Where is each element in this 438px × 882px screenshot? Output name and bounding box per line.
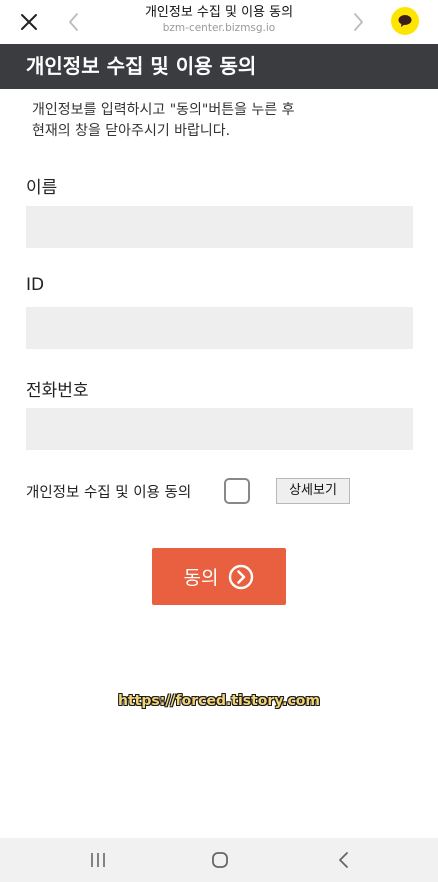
- consent-checkbox[interactable]: [224, 478, 250, 504]
- details-button[interactable]: 상세보기: [276, 478, 350, 504]
- recent-apps-icon[interactable]: [88, 850, 108, 870]
- browser-toolbar: 개인정보 수집 및 이용 동의 bzm-center.bizmsg.io: [0, 0, 438, 44]
- consent-label: 개인정보 수집 및 이용 동의: [26, 485, 192, 501]
- page-header: 개인정보 수집 및 이용 동의: [0, 44, 438, 89]
- name-input[interactable]: [26, 206, 413, 248]
- id-label: ID: [26, 275, 45, 295]
- browser-title-block: 개인정보 수집 및 이용 동의 bzm-center.bizmsg.io: [100, 4, 338, 35]
- home-icon[interactable]: [210, 850, 230, 870]
- browser-url: bzm-center.bizmsg.io: [162, 22, 276, 34]
- forward-icon[interactable]: [348, 10, 368, 34]
- kakaotalk-icon[interactable]: [391, 7, 419, 35]
- system-navigation-bar: [0, 838, 438, 882]
- watermark-text: https://forced.tistory.com: [118, 693, 320, 709]
- name-label: 이름: [26, 178, 58, 198]
- browser-title: 개인정보 수집 및 이용 동의: [144, 5, 294, 20]
- consent-row: 개인정보 수집 및 이용 동의 상세보기: [26, 478, 413, 506]
- agree-button[interactable]: 동의: [152, 548, 286, 605]
- phone-label: 전화번호: [26, 381, 89, 401]
- close-icon[interactable]: [17, 10, 41, 34]
- chevron-right-circle-icon: [229, 564, 254, 589]
- intro-text: 개인정보를 입력하시고 "동의"버튼을 누른 후 현재의 창을 닫아주시기 바랍…: [32, 102, 295, 139]
- agree-button-label: 동의: [183, 567, 219, 589]
- back-icon[interactable]: [334, 850, 354, 870]
- phone-input[interactable]: [26, 408, 413, 450]
- back-icon[interactable]: [64, 10, 84, 34]
- speech-bubble-icon: [398, 15, 412, 27]
- id-input[interactable]: [26, 307, 413, 349]
